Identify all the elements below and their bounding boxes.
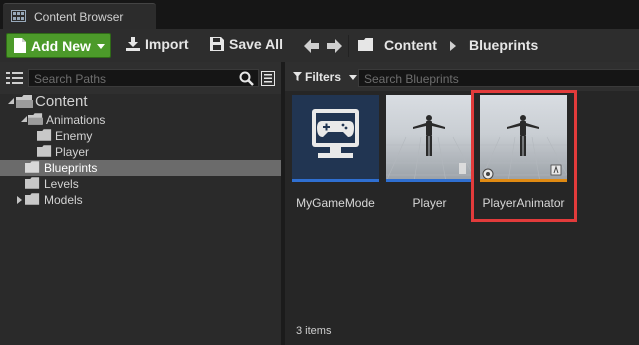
asset-tile-mygamemode[interactable]: MyGameMode	[292, 95, 379, 215]
collapsed-arrow-icon[interactable]	[17, 196, 22, 204]
folder-open-icon	[16, 95, 33, 108]
expanded-arrow-icon[interactable]	[8, 98, 14, 104]
selection-highlight	[471, 90, 577, 222]
add-new-label: Add New	[31, 38, 91, 54]
tree-item-label: Enemy	[55, 129, 93, 143]
filter-icon	[293, 72, 302, 81]
tree-item-enemy[interactable]: Enemy	[0, 128, 281, 144]
folder-open-icon	[28, 113, 43, 125]
toolbar-separator	[348, 35, 349, 57]
asset-type-bar	[292, 179, 379, 182]
path-header: Search Paths	[0, 62, 281, 94]
tree-item-content[interactable]: Content	[0, 93, 281, 110]
search-paths-placeholder: Search Paths	[34, 72, 107, 86]
search-blueprints-placeholder: Search Blueprints	[364, 72, 459, 86]
filters-label: Filters	[305, 70, 342, 84]
asset-thumbnail	[386, 95, 473, 182]
import-label: Import	[145, 36, 189, 52]
tree-item-label: Blueprints	[44, 161, 98, 175]
breadcrumb-content[interactable]: Content	[384, 37, 437, 53]
tree-item-label: Animations	[46, 113, 106, 127]
tree-item-blueprints[interactable]: Blueprints	[0, 160, 281, 176]
view-options-icon[interactable]	[261, 71, 275, 86]
game-mode-icon	[292, 95, 379, 182]
item-count: 3 items	[296, 325, 332, 337]
asset-thumbnail	[292, 95, 379, 182]
toolbar: Add New Import Save All Content Blueprin…	[0, 29, 639, 62]
tree-item-label: Models	[44, 193, 83, 207]
folder-icon	[358, 38, 373, 51]
asset-header: Filters Search Blueprints	[285, 62, 639, 91]
tab-strip: Content Browser	[0, 0, 639, 29]
chevron-down-icon	[97, 44, 105, 49]
folder-tree: Content Animations Enemy Player Blueprin…	[0, 93, 281, 345]
folder-icon	[25, 193, 40, 205]
asset-panel: Filters Search Blueprints MyGameMode Pla…	[285, 62, 639, 345]
tree-item-label: Player	[55, 145, 90, 159]
expanded-arrow-icon[interactable]	[21, 116, 27, 122]
save-all-label: Save All	[229, 36, 283, 52]
tree-item-label: Levels	[44, 177, 79, 191]
back-arrow-icon[interactable]	[304, 39, 319, 53]
tree-item-levels[interactable]: Levels	[0, 176, 281, 192]
breadcrumb-blueprints[interactable]: Blueprints	[469, 37, 538, 53]
folder-icon	[37, 129, 52, 141]
collapse-sources-icon[interactable]	[6, 71, 23, 85]
tab-content-browser[interactable]: Content Browser	[3, 3, 156, 29]
folder-icon	[25, 177, 40, 189]
import-button[interactable]: Import	[126, 35, 192, 57]
asset-tile-player[interactable]: Player	[386, 95, 473, 215]
tab-title: Content Browser	[34, 10, 124, 24]
new-document-icon	[14, 38, 26, 53]
search-icon	[239, 71, 254, 86]
character-preview-icon	[386, 95, 473, 182]
asset-name: Player	[412, 196, 447, 210]
forward-arrow-icon[interactable]	[327, 39, 342, 53]
breadcrumb-arrow-icon[interactable]	[450, 41, 456, 51]
folder-icon	[25, 161, 40, 173]
history-arrows	[304, 39, 342, 53]
tree-item-models[interactable]: Models	[0, 192, 281, 208]
tree-item-player[interactable]: Player	[0, 144, 281, 160]
folder-icon	[37, 145, 52, 157]
asset-type-bar	[386, 179, 473, 182]
search-paths-input[interactable]: Search Paths	[28, 69, 259, 87]
save-icon	[210, 37, 224, 51]
tree-item-animations[interactable]: Animations	[0, 112, 281, 128]
asset-name: MyGameMode	[296, 196, 375, 210]
path-panel: Search Paths Content Animations Enemy Pl…	[0, 62, 281, 345]
save-all-button[interactable]: Save All	[210, 35, 290, 57]
content-browser-icon	[11, 10, 26, 22]
search-blueprints-input[interactable]: Search Blueprints	[358, 69, 639, 87]
add-new-button[interactable]: Add New	[6, 33, 111, 58]
chevron-down-icon	[349, 75, 357, 80]
tree-item-label: Content	[35, 93, 88, 110]
import-icon	[126, 37, 140, 51]
